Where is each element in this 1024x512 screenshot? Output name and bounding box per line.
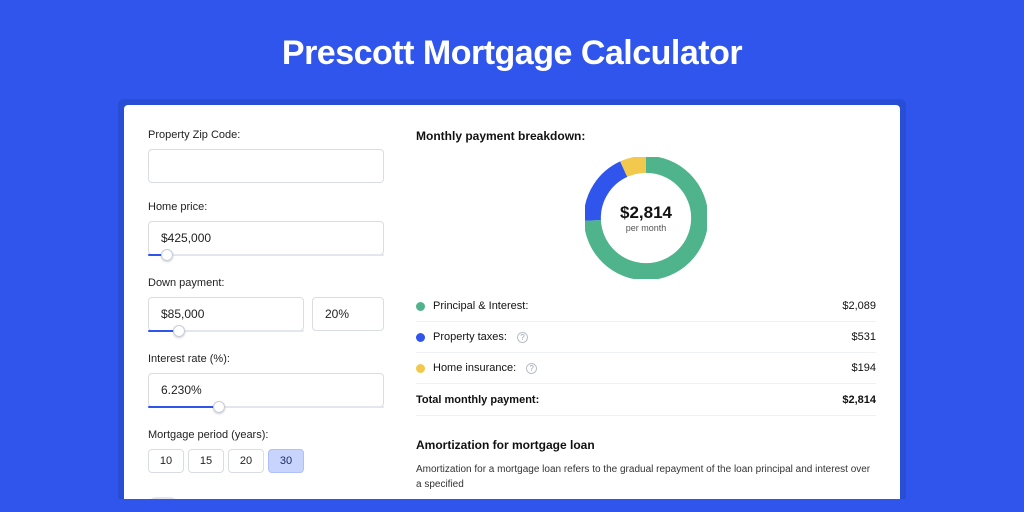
donut-amount: $2,814 bbox=[620, 203, 672, 223]
down-payment-pct-input[interactable] bbox=[312, 297, 384, 331]
total-value: $2,814 bbox=[842, 394, 876, 406]
down-payment-field: Down payment: bbox=[148, 277, 384, 331]
home-price-field: Home price: bbox=[148, 201, 384, 255]
period-field: Mortgage period (years): 10152030 bbox=[148, 429, 384, 473]
donut-center: $2,814 per month bbox=[585, 157, 707, 279]
zip-field: Property Zip Code: bbox=[148, 129, 384, 183]
period-label: Mortgage period (years): bbox=[148, 429, 384, 441]
inputs-panel: Property Zip Code: Home price: Down paym… bbox=[148, 129, 384, 499]
legend-row-2: Home insurance:? $194 bbox=[416, 353, 876, 383]
donut-sub: per month bbox=[626, 223, 667, 233]
legend-dot bbox=[416, 364, 425, 373]
legend-row-0: Principal & Interest: $2,089 bbox=[416, 291, 876, 322]
legend-value: $531 bbox=[852, 331, 876, 343]
interest-slider[interactable] bbox=[148, 401, 384, 413]
legend-value: $2,089 bbox=[842, 300, 876, 312]
legend-label: Principal & Interest: bbox=[433, 300, 528, 312]
legend: Principal & Interest: $2,089 Property taxe… bbox=[416, 291, 876, 383]
total-row: Total monthly payment: $2,814 bbox=[416, 383, 876, 416]
veteran-toggle[interactable] bbox=[148, 497, 178, 499]
down-payment-label: Down payment: bbox=[148, 277, 384, 289]
interest-label: Interest rate (%): bbox=[148, 353, 384, 365]
page-title: Prescott Mortgage Calculator bbox=[282, 34, 742, 73]
calculator-card: Property Zip Code: Home price: Down paym… bbox=[124, 105, 900, 499]
legend-dot bbox=[416, 333, 425, 342]
info-icon[interactable]: ? bbox=[526, 363, 537, 374]
period-option-30[interactable]: 30 bbox=[268, 449, 304, 473]
amortization-title: Amortization for mortgage loan bbox=[416, 438, 876, 452]
home-price-slider[interactable] bbox=[148, 249, 384, 261]
amortization-section: Amortization for mortgage loan Amortizat… bbox=[416, 438, 876, 492]
legend-label: Home insurance: bbox=[433, 362, 516, 374]
zip-label: Property Zip Code: bbox=[148, 129, 384, 141]
interest-field: Interest rate (%): bbox=[148, 353, 384, 407]
app-frame: Property Zip Code: Home price: Down paym… bbox=[118, 99, 906, 499]
legend-label: Property taxes: bbox=[433, 331, 507, 343]
down-payment-slider[interactable] bbox=[148, 325, 304, 337]
breakdown-title: Monthly payment breakdown: bbox=[416, 129, 876, 143]
donut-chart: $2,814 per month bbox=[416, 157, 876, 279]
total-label: Total monthly payment: bbox=[416, 394, 539, 406]
veteran-row: I am veteran or military bbox=[148, 497, 384, 499]
breakdown-panel: Monthly payment breakdown: $2,814 per mo… bbox=[416, 129, 876, 499]
amortization-text: Amortization for a mortgage loan refers … bbox=[416, 462, 876, 492]
period-options: 10152030 bbox=[148, 449, 384, 473]
home-price-label: Home price: bbox=[148, 201, 384, 213]
legend-value: $194 bbox=[852, 362, 876, 374]
period-option-10[interactable]: 10 bbox=[148, 449, 184, 473]
legend-dot bbox=[416, 302, 425, 311]
legend-row-1: Property taxes:? $531 bbox=[416, 322, 876, 353]
period-option-15[interactable]: 15 bbox=[188, 449, 224, 473]
zip-input[interactable] bbox=[148, 149, 384, 183]
period-option-20[interactable]: 20 bbox=[228, 449, 264, 473]
info-icon[interactable]: ? bbox=[517, 332, 528, 343]
